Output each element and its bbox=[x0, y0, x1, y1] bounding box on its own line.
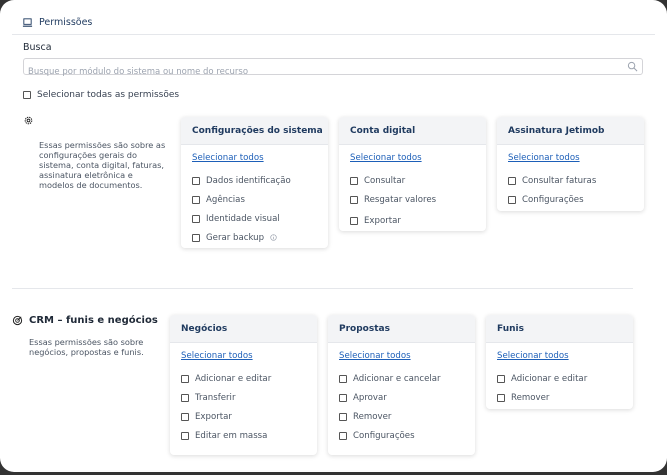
option-label: Remover bbox=[511, 392, 550, 403]
section-description: Essas permissões são sobre negócios, pro… bbox=[29, 337, 144, 357]
checkbox[interactable] bbox=[192, 214, 200, 223]
option-label: Gerar backup bbox=[206, 232, 265, 243]
checkbox[interactable] bbox=[497, 374, 505, 383]
option-label: Adicionar e editar bbox=[195, 373, 272, 384]
checkbox[interactable] bbox=[350, 216, 358, 225]
permissions-window: Permissões Busca Selecionar todas as per… bbox=[0, 0, 667, 472]
checkbox[interactable] bbox=[508, 195, 516, 204]
checkbox[interactable] bbox=[339, 374, 347, 383]
option-label: Dados identificação bbox=[206, 175, 291, 186]
option-adicionar-cancelar[interactable]: Adicionar e cancelar bbox=[339, 369, 464, 388]
checkbox[interactable] bbox=[181, 393, 189, 402]
search-field bbox=[23, 58, 643, 80]
card-negocios: Negócios Selecionar todos Adicionar e ed… bbox=[170, 315, 317, 455]
search-icon[interactable] bbox=[627, 61, 638, 72]
option-remover[interactable]: Remover bbox=[497, 388, 622, 407]
card-assinatura-jetimob: Assinatura Jetimob Selecionar todos Cons… bbox=[497, 117, 644, 211]
option-label: Consultar bbox=[364, 175, 406, 186]
page-header: Permissões bbox=[22, 17, 92, 28]
option-label: Editar em massa bbox=[195, 430, 268, 441]
option-label: Transferir bbox=[195, 392, 236, 403]
select-all-link[interactable]: Selecionar todos bbox=[497, 351, 622, 361]
checkbox[interactable] bbox=[497, 393, 505, 402]
card-configuracoes-sistema: Configurações do sistema Selecionar todo… bbox=[181, 117, 328, 248]
card-conta-digital: Conta digital Selecionar todos Consultar… bbox=[339, 117, 486, 231]
option-configuracoes[interactable]: Configurações bbox=[508, 190, 633, 209]
search-label: Busca bbox=[23, 42, 52, 53]
option-label: Configurações bbox=[353, 430, 415, 441]
option-editar-em-massa[interactable]: Editar em massa bbox=[181, 426, 306, 445]
checkbox[interactable] bbox=[181, 374, 189, 383]
option-consultar[interactable]: Consultar bbox=[350, 171, 475, 190]
card-title: Negócios bbox=[170, 315, 317, 343]
option-label: Adicionar e cancelar bbox=[353, 373, 441, 384]
checkbox[interactable] bbox=[350, 176, 358, 185]
select-all-link[interactable]: Selecionar todos bbox=[508, 153, 633, 163]
card-title: Configurações do sistema bbox=[181, 117, 328, 145]
option-aprovar[interactable]: Aprovar bbox=[339, 388, 464, 407]
card-title: Assinatura Jetimob bbox=[497, 117, 644, 145]
header-divider bbox=[12, 34, 655, 35]
option-label: Exportar bbox=[364, 215, 401, 226]
option-label: Consultar faturas bbox=[522, 175, 597, 186]
option-agencias[interactable]: Agências bbox=[192, 190, 317, 209]
option-resgatar-valores[interactable]: Resgatar valores bbox=[350, 190, 475, 209]
option-consultar-faturas[interactable]: Consultar faturas bbox=[508, 171, 633, 190]
card-title: Conta digital bbox=[339, 117, 486, 145]
card-title: Funis bbox=[486, 315, 633, 343]
option-label: Aprovar bbox=[353, 392, 387, 403]
checkbox[interactable] bbox=[339, 431, 347, 440]
checkbox[interactable] bbox=[181, 431, 189, 440]
target-icon bbox=[12, 315, 23, 326]
select-all-link[interactable]: Selecionar todos bbox=[192, 153, 317, 163]
gear-icon bbox=[24, 116, 33, 125]
info-icon[interactable] bbox=[270, 234, 277, 241]
checkbox[interactable] bbox=[192, 176, 200, 185]
option-label: Configurações bbox=[522, 194, 584, 205]
option-identidade-visual[interactable]: Identidade visual bbox=[192, 209, 317, 228]
option-label: Agências bbox=[206, 194, 245, 205]
laptop-icon bbox=[22, 18, 33, 27]
option-adicionar-editar[interactable]: Adicionar e editar bbox=[497, 369, 622, 388]
option-configuracoes[interactable]: Configurações bbox=[339, 426, 464, 445]
card-funis: Funis Selecionar todos Adicionar e edita… bbox=[486, 315, 633, 409]
checkbox[interactable] bbox=[181, 412, 189, 421]
option-gerar-backup[interactable]: Gerar backup bbox=[192, 228, 317, 247]
checkbox[interactable] bbox=[508, 176, 516, 185]
select-all-link[interactable]: Selecionar todos bbox=[350, 153, 475, 163]
option-transferir[interactable]: Transferir bbox=[181, 388, 306, 407]
search-input[interactable] bbox=[24, 64, 618, 80]
option-adicionar-editar[interactable]: Adicionar e editar bbox=[181, 369, 306, 388]
select-all-link[interactable]: Selecionar todos bbox=[339, 351, 464, 361]
section-title: CRM – funis e negócios bbox=[29, 315, 158, 326]
option-label: Remover bbox=[353, 411, 392, 422]
option-label: Resgatar valores bbox=[364, 194, 437, 205]
select-all-label: Selecionar todas as permissões bbox=[37, 90, 180, 100]
option-label: Exportar bbox=[195, 411, 232, 422]
checkbox[interactable] bbox=[350, 195, 358, 204]
page-title: Permissões bbox=[39, 17, 93, 28]
checkbox[interactable] bbox=[339, 393, 347, 402]
select-all-link[interactable]: Selecionar todos bbox=[181, 351, 306, 361]
section-description: Essas permissões são sobre as configuraç… bbox=[39, 140, 166, 190]
select-all-checkbox[interactable] bbox=[23, 91, 31, 99]
option-label: Adicionar e editar bbox=[511, 373, 588, 384]
select-all-permissions[interactable]: Selecionar todas as permissões bbox=[23, 90, 179, 100]
option-dados-identificacao[interactable]: Dados identificação bbox=[192, 171, 317, 190]
checkbox[interactable] bbox=[192, 233, 200, 242]
option-exportar[interactable]: Exportar bbox=[181, 407, 306, 426]
card-propostas: Propostas Selecionar todos Adicionar e c… bbox=[328, 315, 475, 455]
checkbox[interactable] bbox=[339, 412, 347, 421]
option-exportar[interactable]: Exportar bbox=[350, 211, 475, 230]
section-divider bbox=[12, 288, 633, 289]
card-title: Propostas bbox=[328, 315, 475, 343]
option-remover[interactable]: Remover bbox=[339, 407, 464, 426]
option-label: Identidade visual bbox=[206, 213, 280, 224]
checkbox[interactable] bbox=[192, 195, 200, 204]
